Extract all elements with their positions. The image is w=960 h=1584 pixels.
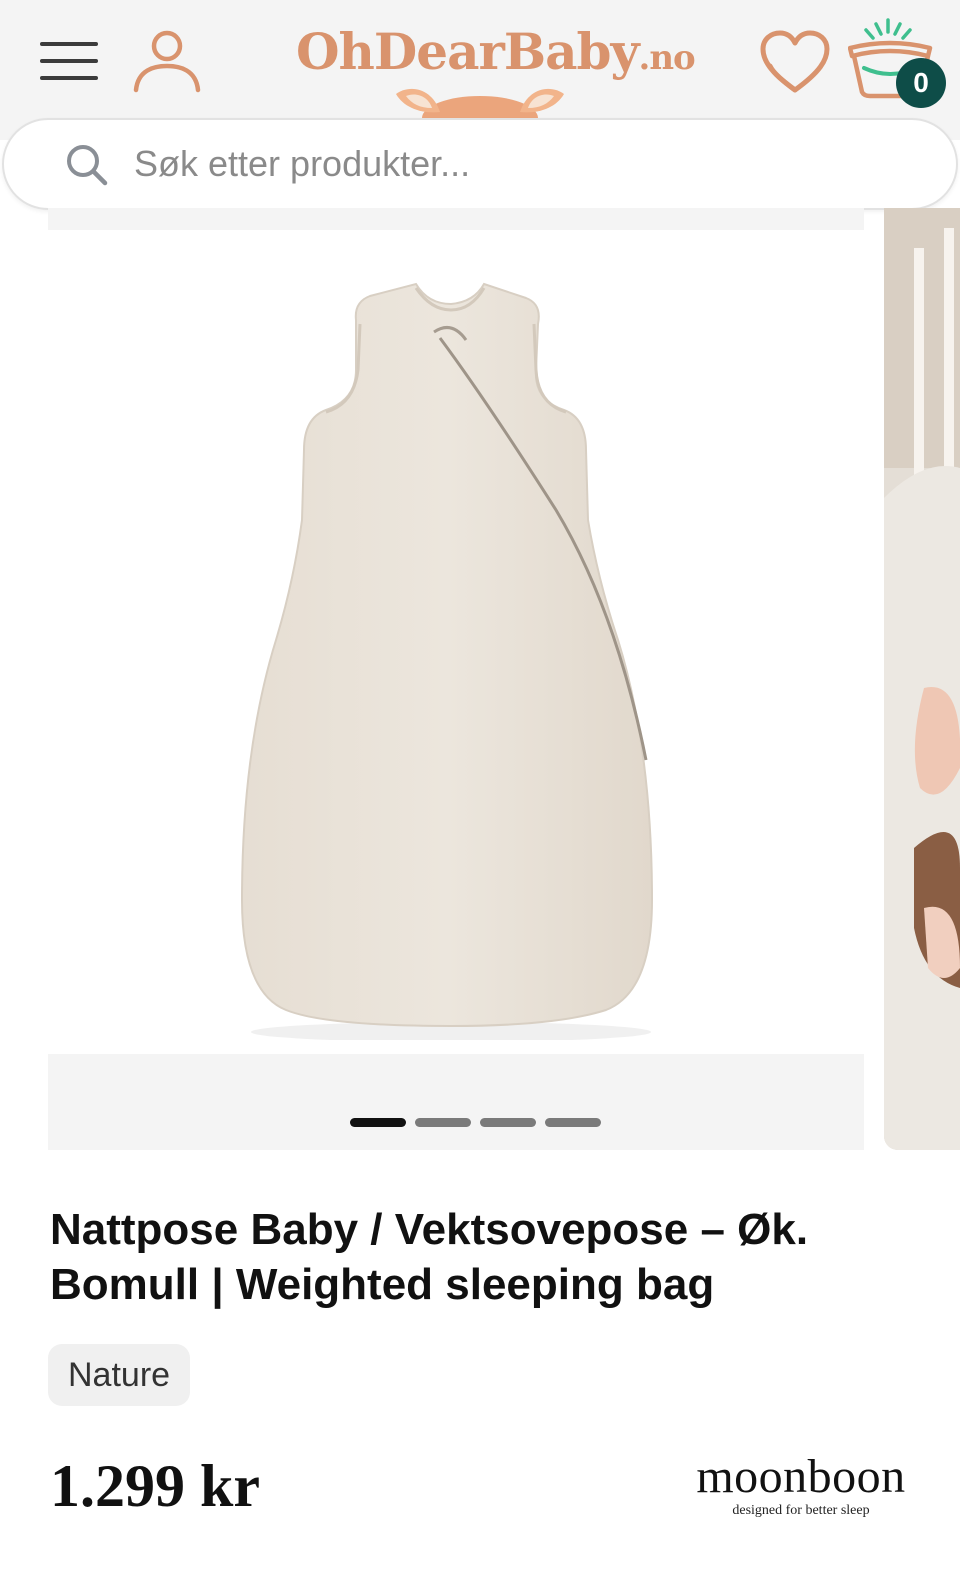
cart-count-badge: 0 (896, 58, 946, 108)
gallery-next-slide[interactable] (884, 208, 960, 1150)
product-title: Nattpose Baby / Vektsovepose – Øk. Bomul… (50, 1205, 809, 1309)
gallery-pagination (350, 1118, 610, 1128)
product-tag[interactable]: Nature (48, 1344, 191, 1406)
logo-suffix: .no (638, 38, 696, 78)
site-logo[interactable]: OhDearBaby.no (296, 22, 696, 124)
heart-icon[interactable] (760, 30, 830, 94)
gallery-dot-2[interactable] (415, 1118, 471, 1127)
brand-tagline: designed for better sleep (732, 1503, 870, 1518)
cart-button[interactable]: 0 (847, 16, 948, 108)
search-icon (67, 145, 108, 186)
gallery-image-frame (48, 230, 864, 1054)
product-image[interactable] (226, 280, 676, 1040)
gallery-dot-3[interactable] (480, 1118, 536, 1127)
gallery-dot-4[interactable] (545, 1118, 601, 1127)
menu-icon[interactable] (40, 40, 100, 84)
brand-logo[interactable]: moonboon designed for better sleep (690, 1452, 912, 1526)
logo-text: OhDearBaby.no (296, 22, 696, 81)
brand-name: moonboon (696, 1450, 906, 1503)
product-price: 1.299 kr (50, 1453, 260, 1519)
user-icon[interactable] (132, 28, 202, 96)
gallery-dot-1[interactable] (350, 1118, 406, 1127)
search-input[interactable] (134, 136, 894, 192)
search-bar[interactable] (2, 118, 958, 210)
next-slide-image (884, 208, 960, 1150)
product-gallery[interactable] (48, 208, 864, 1150)
logo-main: OhDearBaby (296, 22, 639, 81)
